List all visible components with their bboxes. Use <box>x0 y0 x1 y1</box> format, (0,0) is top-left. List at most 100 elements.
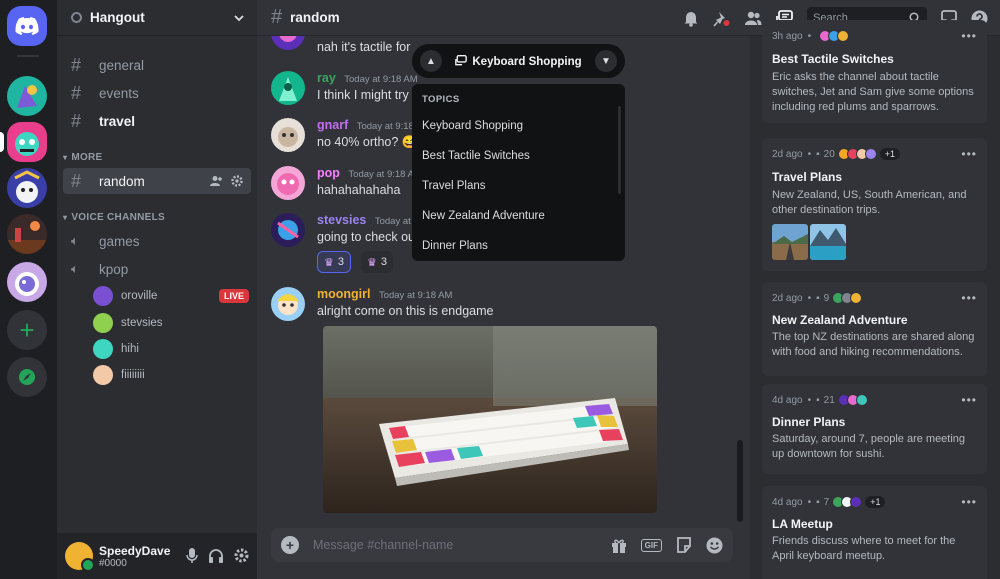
topic-item[interactable]: Dinner Plans <box>412 231 625 261</box>
topic-card[interactable]: 4d ago • ▪ 21 ••• Dinner Plans Saturday,… <box>762 384 987 474</box>
more-options-icon[interactable]: ••• <box>961 29 977 43</box>
avatar <box>93 286 113 306</box>
participant-avatars <box>819 30 850 42</box>
previous-topic-button[interactable]: ▲ <box>420 50 442 72</box>
lake-photo-thumbnail[interactable] <box>810 224 846 260</box>
reaction-button[interactable]: ♛ 3 <box>361 251 393 273</box>
extra-participants: +1 <box>879 148 901 160</box>
voice-user-name: hihi <box>121 343 139 355</box>
more-options-icon[interactable]: ••• <box>961 495 977 509</box>
avatar[interactable] <box>271 287 305 321</box>
message-author[interactable]: gnarf <box>317 118 348 132</box>
gift-icon[interactable] <box>611 538 627 553</box>
category-more[interactable]: ▾ MORE <box>63 152 103 163</box>
category-voice-channels[interactable]: ▾ VOICE CHANNELS <box>63 212 165 223</box>
menu-scrollbar[interactable] <box>618 106 621 194</box>
message-bubble-icon: ▪ <box>816 394 820 406</box>
gif-button[interactable]: GIF <box>640 538 662 552</box>
avatar[interactable] <box>271 213 305 247</box>
topic-title: New Zealand Adventure <box>772 313 908 327</box>
topic-card[interactable]: 2d ago • ▪ 9 ••• New Zealand Adventure T… <box>762 282 987 376</box>
topic-item[interactable]: Best Tactile Switches <box>412 141 625 171</box>
voice-user-fiiiiiiii[interactable]: fiiiiiiii <box>93 364 249 386</box>
message-header: moongirl Today at 9:18 AM <box>317 287 452 301</box>
more-options-icon[interactable]: ••• <box>961 291 977 305</box>
hash-icon: # <box>71 170 82 191</box>
keyboard-photo-attachment[interactable] <box>323 326 657 513</box>
topic-item[interactable]: New Zealand Adventure <box>412 201 625 231</box>
voice-user-oroville[interactable]: oroville LIVE <box>93 285 249 307</box>
next-topic-button[interactable]: ▼ <box>595 50 617 72</box>
reaction-button[interactable]: ♛ 3 <box>317 251 351 273</box>
pin-icon[interactable] <box>713 10 730 27</box>
bell-icon[interactable] <box>683 10 699 27</box>
topic-meta: 3h ago • ••• <box>772 29 977 43</box>
invite-member-icon[interactable] <box>210 175 223 187</box>
voice-channel-kpop[interactable]: 🔈︎ kpop <box>63 256 251 282</box>
explore-servers-button[interactable] <box>7 357 47 397</box>
more-options-icon[interactable]: ••• <box>961 393 977 407</box>
message-author[interactable]: ray <box>317 71 336 85</box>
chevron-down-icon: ▾ <box>63 153 68 162</box>
message-count: 21 <box>823 394 835 406</box>
server-icon-hangout[interactable] <box>7 122 47 162</box>
speaker-icon: 🔈︎ <box>71 261 79 276</box>
message-header: ray Today at 9:18 AM <box>317 71 418 85</box>
message-text: I think I might try <box>317 88 409 102</box>
channel-events[interactable]: # events <box>63 80 251 106</box>
message-text: no 40% ortho? 😅 <box>317 135 418 149</box>
topic-item[interactable]: Keyboard Shopping <box>412 111 625 141</box>
member-list-icon[interactable] <box>744 11 762 26</box>
emoji-icon[interactable] <box>706 537 723 554</box>
server-icon-3[interactable] <box>7 168 47 208</box>
road-photo-thumbnail[interactable] <box>772 224 808 260</box>
microphone-icon[interactable] <box>186 548 198 564</box>
home-button[interactable] <box>7 6 47 46</box>
reaction-count: 3 <box>337 256 344 268</box>
channel-random[interactable]: # random <box>63 168 251 194</box>
add-server-button[interactable]: + <box>7 310 47 350</box>
topic-card[interactable]: 2d ago • ▪ 20 +1 ••• Travel Plans New Ze… <box>762 138 987 271</box>
chat-scrollbar[interactable] <box>737 440 743 522</box>
topic-title: Travel Plans <box>772 170 843 184</box>
chevron-down-icon: ▼ <box>601 55 611 67</box>
topic-item[interactable]: Travel Plans <box>412 171 625 201</box>
gear-icon[interactable] <box>234 548 249 563</box>
server-icon-1[interactable] <box>7 76 47 116</box>
voice-user-name: stevsies <box>121 317 163 329</box>
server-icon-5[interactable] <box>7 262 47 302</box>
gear-icon[interactable] <box>231 175 243 187</box>
avatar[interactable] <box>271 71 305 105</box>
avatar[interactable] <box>271 118 305 152</box>
speaker-icon: 🔈︎ <box>71 233 79 248</box>
message-bubble-icon: ▪ <box>816 148 820 160</box>
avatar[interactable] <box>271 166 305 200</box>
upload-plus-icon[interactable]: + <box>281 536 299 554</box>
message-author[interactable]: stevsies <box>317 213 366 227</box>
voice-user-hihi[interactable]: hihi <box>93 338 249 360</box>
message-author[interactable]: pop <box>317 166 340 180</box>
category-label: VOICE CHANNELS <box>71 212 165 223</box>
channel-travel[interactable]: # travel <box>63 108 251 134</box>
channel-sidebar: Hangout # general # events # travel ▾ MO… <box>57 0 257 579</box>
guild-header[interactable]: Hangout <box>57 0 257 36</box>
channel-name: general <box>99 57 145 73</box>
message-input[interactable]: Message #channel-name <box>313 538 611 552</box>
voice-user-name: fiiiiiiii <box>121 369 145 381</box>
topic-card[interactable]: 3h ago • ••• Best Tactile Switches Eric … <box>762 20 987 123</box>
channel-general[interactable]: # general <box>63 52 251 78</box>
current-topic[interactable]: Keyboard Shopping <box>442 54 595 68</box>
guild-badge-icon <box>71 12 82 23</box>
channel-title: random <box>290 10 340 25</box>
sticker-icon[interactable] <box>676 537 692 553</box>
user-avatar[interactable] <box>65 542 95 572</box>
more-options-icon[interactable]: ••• <box>961 147 977 161</box>
server-icon-4[interactable] <box>7 214 47 254</box>
voice-channel-games[interactable]: 🔈︎ games <box>63 228 251 254</box>
message-timestamp: Today at 9:18 <box>356 121 414 132</box>
headphones-icon[interactable] <box>208 548 224 564</box>
message-author[interactable]: moongirl <box>317 287 370 301</box>
voice-user-stevsies[interactable]: stevsies <box>93 312 249 334</box>
message-count: 7 <box>823 496 830 508</box>
topic-card[interactable]: 4d ago • ▪ 7 +1 ••• LA Meetup Friends di… <box>762 486 987 579</box>
